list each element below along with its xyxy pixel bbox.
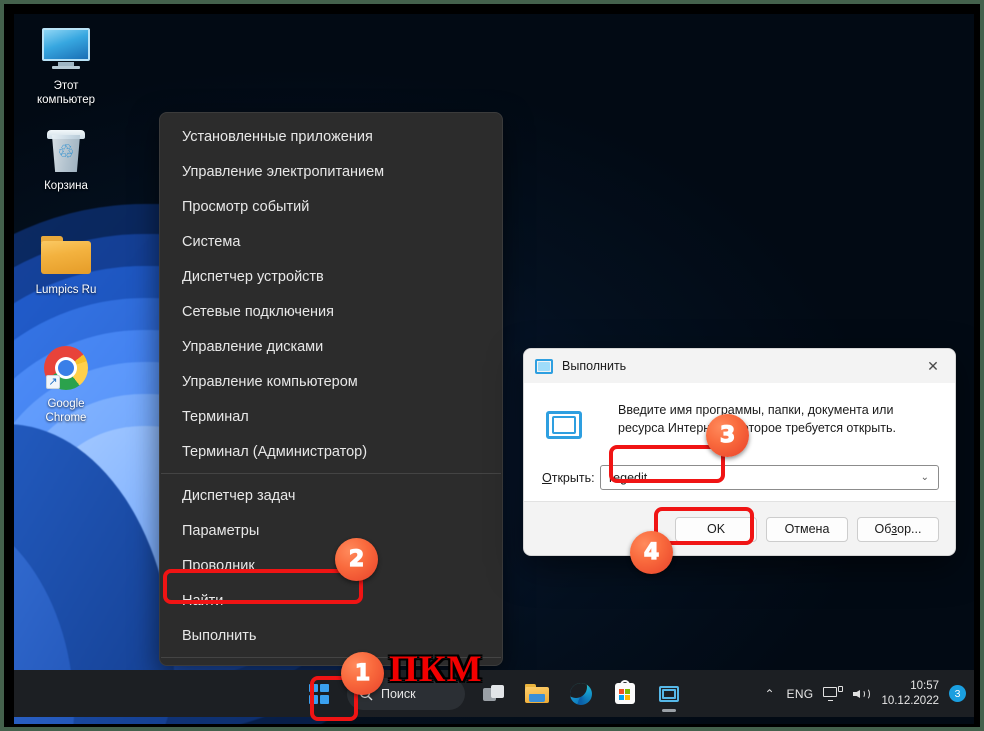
- task-view-button[interactable]: [473, 675, 513, 713]
- desktop-icon-google-chrome[interactable]: ↗ Google Chrome: [20, 344, 112, 425]
- menu-item-label: Управление компьютером: [182, 373, 358, 390]
- search-button[interactable]: Поиск: [347, 677, 465, 710]
- clock-date: 10.12.2022: [881, 694, 939, 707]
- menu-item-search[interactable]: Найти: [160, 583, 502, 618]
- taskbar[interactable]: Поиск ⌃ ENG 10:57 10.12.2022 3: [14, 670, 974, 717]
- menu-item-computer-management[interactable]: Управление компьютером: [160, 364, 502, 399]
- volume-icon[interactable]: [853, 686, 871, 702]
- menu-item-label: Управление дисками: [182, 338, 324, 355]
- this-pc-icon: [20, 26, 112, 76]
- ok-button[interactable]: OK: [675, 516, 757, 542]
- menu-item-label: Проводник: [182, 557, 255, 574]
- menu-item-label: Терминал: [182, 408, 249, 425]
- desktop-icon-label: Этот: [53, 80, 79, 92]
- win-x-context-menu[interactable]: Установленные приложения Управление элек…: [159, 112, 503, 666]
- menu-item-disk-management[interactable]: Управление дисками: [160, 329, 502, 364]
- edge-button[interactable]: [561, 675, 601, 713]
- menu-item-system[interactable]: Система: [160, 224, 502, 259]
- microsoft-store-icon: [615, 680, 635, 704]
- menu-item-label: Сетевые подключения: [182, 303, 334, 320]
- run-dialog[interactable]: Выполнить ✕ Введите имя программы, папки…: [523, 348, 956, 556]
- menu-item-terminal[interactable]: Терминал: [160, 399, 502, 434]
- run-dialog-titlebar[interactable]: Выполнить ✕: [524, 349, 955, 383]
- task-view-icon: [482, 685, 504, 702]
- shortcut-overlay-icon: ↗: [46, 375, 60, 389]
- language-indicator[interactable]: ENG: [787, 687, 814, 701]
- menu-item-network-connections[interactable]: Сетевые подключения: [160, 294, 502, 329]
- close-icon[interactable]: ✕: [911, 349, 955, 383]
- menu-item-label: Выполнить: [182, 627, 257, 644]
- menu-item-device-manager[interactable]: Диспетчер устройств: [160, 259, 502, 294]
- chevron-up-icon[interactable]: ⌃: [762, 687, 776, 701]
- run-dialog-body: Введите имя программы, папки, документа …: [524, 383, 955, 501]
- menu-item-settings[interactable]: Параметры: [160, 513, 502, 548]
- recycle-bin-icon: ♲: [20, 126, 112, 176]
- desktop-icon-label-2: компьютер: [37, 94, 95, 106]
- screen-bezel: Этот компьютер ♲ Корзина Lumpics Ru ↗ Go…: [4, 4, 980, 727]
- menu-item-label: Установленные приложения: [182, 128, 373, 145]
- menu-item-label: Система: [182, 233, 241, 250]
- run-open-row: Открыть: ⌄: [542, 465, 939, 490]
- clock[interactable]: 10:57 10.12.2022: [881, 679, 939, 709]
- desktop-icon-this-pc[interactable]: Этот компьютер: [20, 26, 112, 107]
- menu-item-file-explorer[interactable]: Проводник: [160, 548, 502, 583]
- desktop-icon-lumpics-ru[interactable]: Lumpics Ru: [20, 230, 112, 297]
- file-explorer-icon: [525, 684, 549, 703]
- taskbar-center-group: Поиск: [299, 675, 689, 713]
- menu-item-label: Диспетчер устройств: [182, 268, 324, 285]
- desktop-icon-label-2: Chrome: [45, 412, 87, 424]
- microsoft-edge-icon: [570, 682, 592, 705]
- menu-item-label: Параметры: [182, 522, 260, 539]
- start-button[interactable]: [299, 675, 339, 713]
- search-label: Поиск: [381, 686, 416, 701]
- run-window-icon: [659, 685, 679, 702]
- notification-badge[interactable]: 3: [949, 685, 966, 702]
- menu-item-label: Управление электропитанием: [182, 163, 385, 180]
- menu-separator: [161, 657, 501, 658]
- menu-item-label: Найти: [182, 592, 224, 609]
- clock-time: 10:57: [910, 679, 939, 692]
- windows-logo-icon: [309, 683, 329, 704]
- run-command-input[interactable]: [609, 470, 916, 485]
- file-explorer-button[interactable]: [517, 675, 557, 713]
- browse-button[interactable]: Об з ор...: [857, 516, 939, 542]
- monitor-frame: Этот компьютер ♲ Корзина Lumpics Ru ↗ Go…: [0, 0, 984, 731]
- menu-item-label: Терминал (Администратор): [182, 443, 368, 460]
- menu-separator: [161, 473, 501, 474]
- menu-item-terminal-admin[interactable]: Терминал (Администратор): [160, 434, 502, 469]
- active-app-indicator: [662, 708, 676, 712]
- network-monitor-icon[interactable]: [823, 685, 844, 702]
- menu-item-task-manager[interactable]: Диспетчер задач: [160, 478, 502, 513]
- chevron-down-icon[interactable]: ⌄: [916, 472, 934, 483]
- run-dialog-footer: OK Отмена Об з ор...: [524, 501, 955, 555]
- run-command-combobox[interactable]: ⌄: [600, 465, 939, 490]
- menu-item-power-options[interactable]: Управление электропитанием: [160, 154, 502, 189]
- run-open-label: Открыть:: [542, 470, 595, 485]
- run-taskbar-button[interactable]: [649, 675, 689, 713]
- run-large-icon: [546, 411, 582, 439]
- run-description: Введите имя программы, папки, документа …: [618, 403, 896, 435]
- menu-item-label: Диспетчер задач: [182, 487, 296, 504]
- google-chrome-icon: ↗: [20, 344, 112, 394]
- run-window-icon: [535, 358, 553, 374]
- search-icon: [359, 687, 373, 700]
- menu-item-label: Просмотр событий: [182, 198, 310, 215]
- folder-icon: [20, 230, 112, 280]
- desktop-icon-label: Корзина: [44, 180, 88, 192]
- cancel-button[interactable]: Отмена: [766, 516, 848, 542]
- system-tray: ⌃ ENG 10:57 10.12.2022 3: [762, 679, 966, 709]
- desktop-icon-label: Lumpics Ru: [35, 284, 97, 296]
- desktop-icon-label: Google: [47, 398, 85, 410]
- menu-item-shutdown-or-signout[interactable]: Завершение работы или выход из системы ›: [160, 662, 502, 665]
- microsoft-store-button[interactable]: [605, 675, 645, 713]
- menu-item-event-viewer[interactable]: Просмотр событий: [160, 189, 502, 224]
- run-dialog-title: Выполнить: [562, 359, 627, 373]
- desktop-icon-recycle-bin[interactable]: ♲ Корзина: [20, 126, 112, 193]
- menu-item-run[interactable]: Выполнить: [160, 618, 502, 653]
- menu-item-installed-apps[interactable]: Установленные приложения: [160, 119, 502, 154]
